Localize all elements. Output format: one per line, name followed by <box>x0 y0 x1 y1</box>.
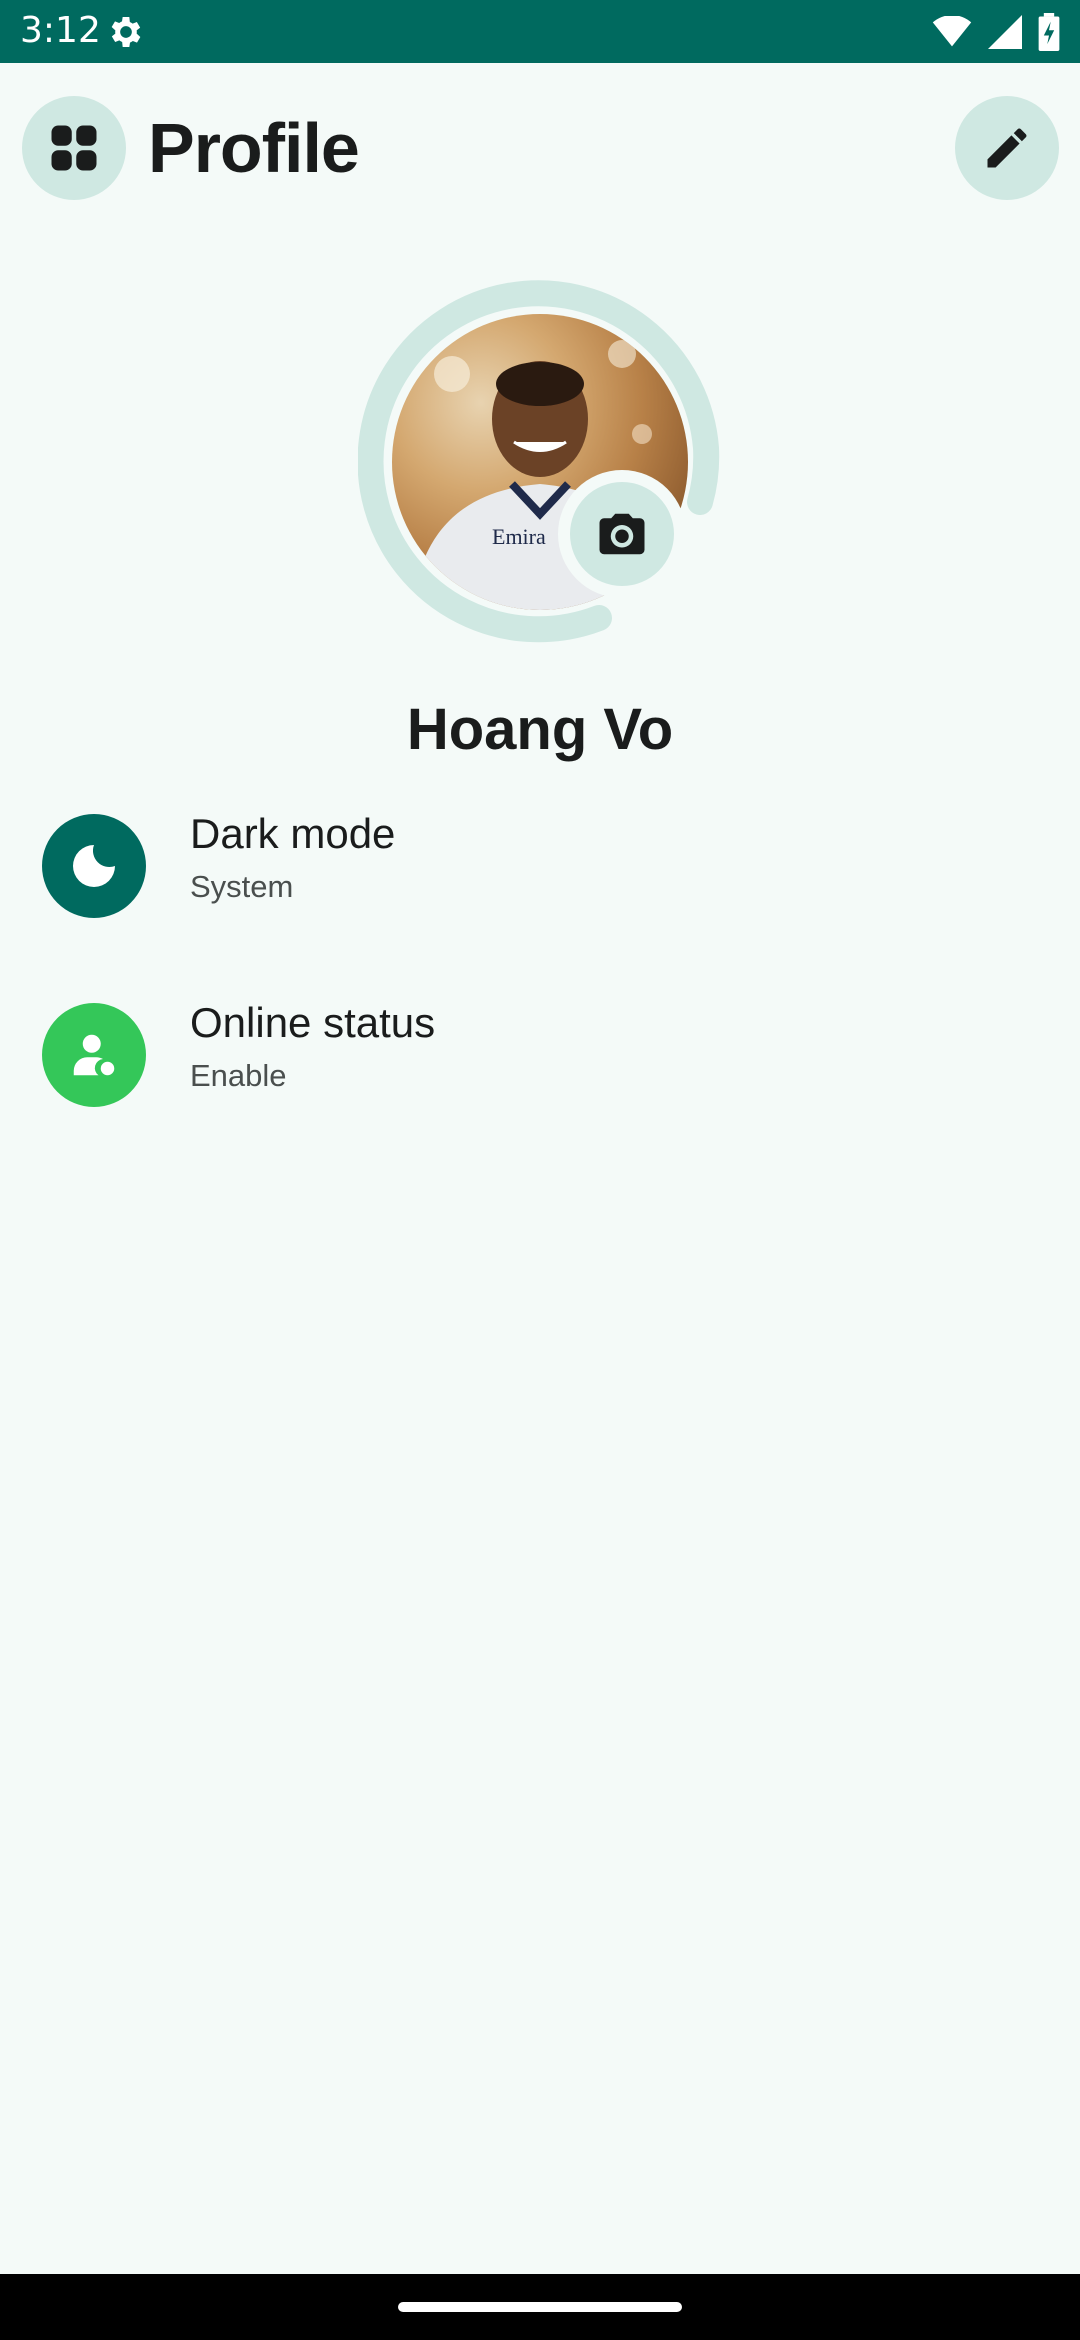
status-icons <box>932 10 1060 54</box>
status-bar: 3:12 <box>0 0 1080 63</box>
pencil-icon <box>987 128 1027 168</box>
status-time: 3:12 <box>20 10 101 51</box>
profile-avatar[interactable]: Emira <box>358 280 722 644</box>
camera-icon <box>599 513 645 555</box>
system-nav-bar <box>0 2274 1080 2340</box>
battery-charging-icon <box>1038 13 1060 51</box>
change-photo-button[interactable] <box>558 470 686 598</box>
moon-icon <box>73 845 115 887</box>
setting-online-status[interactable]: Online status Enable <box>0 989 1080 1129</box>
person-status-icon <box>73 1034 115 1076</box>
home-gesture-handle[interactable] <box>398 2302 682 2312</box>
wifi-icon <box>932 16 972 47</box>
cellular-signal-icon <box>988 15 1022 49</box>
profile-name: Hoang Vo <box>406 697 674 762</box>
edit-profile-button[interactable] <box>955 96 1059 200</box>
app-header: Profile <box>0 63 1080 233</box>
page-title: Profile <box>148 109 360 187</box>
svg-text:Emira: Emira <box>492 524 546 549</box>
menu-button[interactable] <box>22 96 126 200</box>
setting-subtitle: System <box>190 869 294 904</box>
apps-grid-icon <box>51 125 97 171</box>
online-status-icon-circle <box>42 1003 146 1107</box>
setting-title: Dark mode <box>190 810 396 857</box>
setting-title: Online status <box>190 999 436 1046</box>
settings-gear-icon <box>111 17 141 47</box>
setting-subtitle: Enable <box>190 1058 287 1093</box>
setting-dark-mode[interactable]: Dark mode System <box>0 800 1080 940</box>
dark-mode-icon-circle <box>42 814 146 918</box>
